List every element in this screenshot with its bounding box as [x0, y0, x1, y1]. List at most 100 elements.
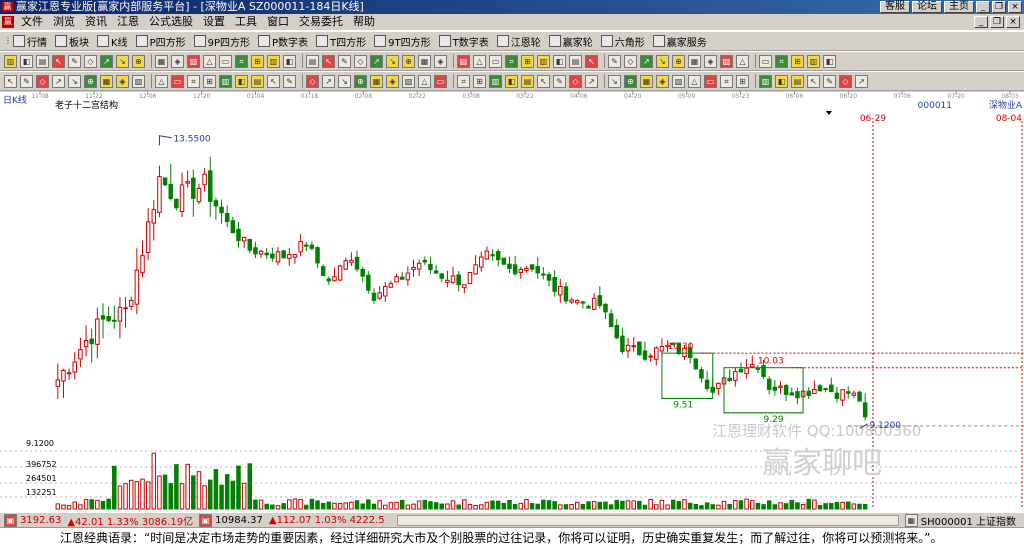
- menu-tools[interactable]: 工具: [230, 14, 262, 30]
- tool-icon[interactable]: ⊕: [402, 54, 415, 68]
- tool-icon[interactable]: ▭: [434, 74, 447, 88]
- tool-icon[interactable]: ▤: [36, 54, 49, 68]
- tool-icon[interactable]: ◇: [84, 54, 97, 68]
- tool-icon[interactable]: ◇: [306, 74, 319, 88]
- toolbar-button-gann-wheel[interactable]: 江恩轮: [494, 33, 544, 49]
- tool-icon[interactable]: ▤: [569, 54, 582, 68]
- toolbar-button-candle[interactable]: K线: [94, 33, 131, 49]
- menu-file[interactable]: 文件: [16, 14, 48, 30]
- tool-icon[interactable]: ↗: [322, 74, 335, 88]
- tool-icon[interactable]: ▦: [418, 54, 431, 68]
- tool-icon[interactable]: ↘: [338, 74, 351, 88]
- tool-icon[interactable]: ↗: [640, 54, 653, 68]
- tool-icon[interactable]: △: [418, 74, 431, 88]
- tool-icon[interactable]: △: [688, 74, 701, 88]
- tool-icon[interactable]: ↖: [267, 74, 280, 88]
- tool-icon[interactable]: ⌗: [235, 54, 248, 68]
- menu-window[interactable]: 窗口: [262, 14, 294, 30]
- tool-icon[interactable]: ▤: [521, 74, 534, 88]
- tool-icon[interactable]: ⌗: [457, 74, 470, 88]
- tool-icon[interactable]: ◈: [656, 74, 669, 88]
- dropdown-arrow-icon[interactable]: [826, 111, 832, 115]
- tool-icon[interactable]: ◇: [36, 74, 49, 88]
- tool-icon[interactable]: ▧: [720, 54, 733, 68]
- tool-icon[interactable]: ▧: [457, 54, 470, 68]
- tool-icon[interactable]: ▥: [4, 54, 17, 68]
- tool-icon[interactable]: ▭: [219, 54, 232, 68]
- tool-icon[interactable]: ▧: [187, 54, 200, 68]
- menu-formula[interactable]: 公式选股: [144, 14, 198, 30]
- toolbar-button-t-digit[interactable]: T数字表: [436, 33, 492, 49]
- menu-settings[interactable]: 设置: [198, 14, 230, 30]
- close-icon[interactable]: ×: [1008, 1, 1022, 13]
- tool-icon[interactable]: ▧: [672, 74, 685, 88]
- tool-icon[interactable]: ▭: [489, 54, 502, 68]
- tool-icon[interactable]: ⊞: [203, 74, 216, 88]
- tool-icon[interactable]: ⊞: [473, 74, 486, 88]
- toolbar-button-9p-square[interactable]: 9P四方形: [191, 33, 253, 49]
- tool-icon[interactable]: ↗: [585, 74, 598, 88]
- tool-icon[interactable]: ◈: [116, 74, 129, 88]
- tool-icon[interactable]: ⌗: [505, 54, 518, 68]
- tool-icon[interactable]: ▦: [640, 74, 653, 88]
- tool-icon[interactable]: ▥: [267, 54, 280, 68]
- tool-icon[interactable]: ▥: [537, 54, 550, 68]
- tool-icon[interactable]: ▥: [759, 74, 772, 88]
- restore-icon[interactable]: ❐: [992, 1, 1006, 13]
- tool-icon[interactable]: ▭: [704, 74, 717, 88]
- tool-icon[interactable]: ◇: [839, 74, 852, 88]
- tool-icon[interactable]: ⊞: [251, 54, 264, 68]
- toolbar-button-winner-wheel[interactable]: 赢家轮: [546, 33, 596, 49]
- tool-icon[interactable]: ✎: [68, 54, 81, 68]
- kline-chart[interactable]: 日K线 老子十二宫结构 000011 深物业A 08-04 06-29 11-0…: [0, 90, 1024, 512]
- tool-icon[interactable]: ◧: [235, 74, 248, 88]
- tool-icon[interactable]: ⊞: [791, 54, 804, 68]
- tool-icon[interactable]: ⊕: [84, 74, 97, 88]
- child-restore-icon[interactable]: ❐: [990, 16, 1004, 28]
- tool-icon[interactable]: ▧: [402, 74, 415, 88]
- tool-icon[interactable]: ↖: [807, 74, 820, 88]
- tool-icon[interactable]: ↖: [585, 54, 598, 68]
- tool-icon[interactable]: ⊞: [521, 54, 534, 68]
- tool-icon[interactable]: ▦: [100, 74, 113, 88]
- tool-icon[interactable]: ↘: [116, 54, 129, 68]
- tool-icon[interactable]: ↗: [100, 54, 113, 68]
- tool-icon[interactable]: ▥: [489, 74, 502, 88]
- tool-icon[interactable]: ▭: [171, 74, 184, 88]
- tool-icon[interactable]: △: [473, 54, 486, 68]
- tool-icon[interactable]: ⊕: [132, 54, 145, 68]
- tool-icon[interactable]: ◈: [386, 74, 399, 88]
- tool-icon[interactable]: ↗: [855, 74, 868, 88]
- tool-icon[interactable]: ↖: [322, 54, 335, 68]
- menu-trade[interactable]: 交易委托: [294, 14, 348, 30]
- tool-icon[interactable]: ↘: [68, 74, 81, 88]
- toolbar-button-blocks[interactable]: 板块: [52, 33, 92, 49]
- menu-news[interactable]: 资讯: [80, 14, 112, 30]
- tool-icon[interactable]: ▤: [791, 74, 804, 88]
- tool-icon[interactable]: ⌗: [720, 74, 733, 88]
- tool-icon[interactable]: ↘: [608, 74, 621, 88]
- tool-icon[interactable]: ▥: [219, 74, 232, 88]
- child-close-icon[interactable]: ×: [1006, 16, 1020, 28]
- toolbar-button-hexagon[interactable]: 六角形: [598, 33, 648, 49]
- tool-icon[interactable]: ▤: [306, 54, 319, 68]
- tool-icon[interactable]: ▥: [807, 54, 820, 68]
- child-minimize-icon[interactable]: _: [974, 16, 988, 28]
- tool-icon[interactable]: ↖: [537, 74, 550, 88]
- tool-icon[interactable]: △: [155, 74, 168, 88]
- homepage-button[interactable]: 主页: [944, 1, 974, 13]
- tool-icon[interactable]: ◇: [354, 54, 367, 68]
- tool-icon[interactable]: ↖: [52, 54, 65, 68]
- toolbar-button-p-square[interactable]: P四方形: [133, 33, 189, 49]
- menu-browse[interactable]: 浏览: [48, 14, 80, 30]
- status-scrollbar[interactable]: [396, 514, 899, 526]
- customer-service-button[interactable]: 客服: [880, 1, 910, 13]
- tool-icon[interactable]: ◧: [505, 74, 518, 88]
- tool-icon[interactable]: ▦: [370, 74, 383, 88]
- tool-icon[interactable]: △: [203, 54, 216, 68]
- tool-icon[interactable]: ✎: [338, 54, 351, 68]
- tool-icon[interactable]: ⊕: [624, 74, 637, 88]
- tool-icon[interactable]: ↗: [370, 54, 383, 68]
- tool-icon[interactable]: ⊕: [672, 54, 685, 68]
- tool-icon[interactable]: ✎: [20, 74, 33, 88]
